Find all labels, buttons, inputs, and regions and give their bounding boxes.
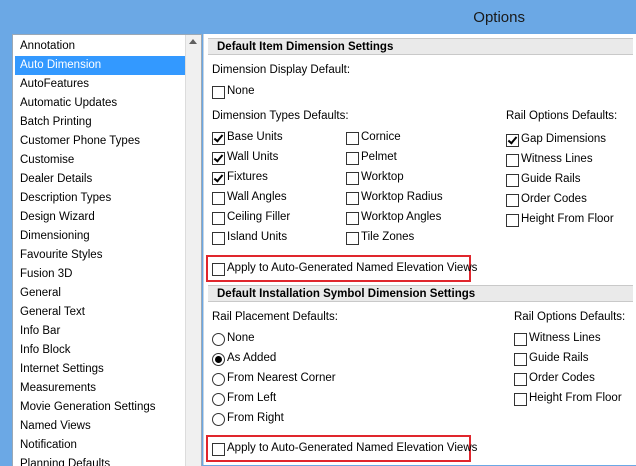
options-category-list[interactable]: Annotation Auto Dimension AutoFeatures Auto… xyxy=(12,34,202,466)
install-rail-witness-lines-checkbox[interactable] xyxy=(514,333,527,346)
item-apply-named-views-label: Apply to Auto-Generated Named Elevation … xyxy=(227,262,478,274)
type-worktop-label: Worktop xyxy=(361,171,404,183)
type-worktop-checkbox[interactable] xyxy=(346,172,359,185)
install-rail-options-label: Rail Options Defaults: xyxy=(514,311,626,323)
sidebar-item-design-wizard[interactable]: Design Wizard xyxy=(15,208,185,227)
sidebar-item-planning-defaults[interactable]: Planning Defaults xyxy=(15,455,185,466)
sidebar-item-customer-phone-types[interactable]: Customer Phone Types xyxy=(15,132,185,151)
type-wall-angles-label: Wall Angles xyxy=(227,191,287,203)
type-pelmet-label: Pelmet xyxy=(361,151,397,163)
sidebar-item-info-block[interactable]: Info Block xyxy=(15,341,185,360)
install-apply-named-views-label: Apply to Auto-Generated Named Elevation … xyxy=(227,442,478,454)
type-island-units-label: Island Units xyxy=(227,231,288,243)
sidebar-item-favourite-styles[interactable]: Favourite Styles xyxy=(15,246,185,265)
sidebar-item-automatic-updates[interactable]: Automatic Updates xyxy=(15,94,185,113)
dimension-display-default-label: Dimension Display Default: xyxy=(212,64,351,76)
item-apply-named-views-checkbox[interactable] xyxy=(212,263,225,276)
type-worktop-radius-label: Worktop Radius xyxy=(361,191,443,203)
item-rail-height-from-floor-label: Height From Floor xyxy=(521,213,614,225)
placement-from-right-label: From Right xyxy=(227,412,284,424)
type-pelmet-checkbox[interactable] xyxy=(346,152,359,165)
sidebar-item-dealer-details[interactable]: Dealer Details xyxy=(15,170,185,189)
type-wall-units-checkbox[interactable] xyxy=(212,152,225,165)
scroll-up-arrow-icon[interactable] xyxy=(189,39,197,44)
type-wall-angles-checkbox[interactable] xyxy=(212,192,225,205)
sidebar-item-general-text[interactable]: General Text xyxy=(15,303,185,322)
sidebar-item-annotation[interactable]: Annotation xyxy=(15,37,185,56)
category-list-items: Annotation Auto Dimension AutoFeatures Auto… xyxy=(15,37,185,466)
category-list-scrollbar[interactable] xyxy=(185,35,201,466)
sidebar-item-auto-dimension[interactable]: Auto Dimension xyxy=(15,56,185,75)
sidebar-item-dimensioning[interactable]: Dimensioning xyxy=(15,227,185,246)
item-rail-options-label: Rail Options Defaults: xyxy=(506,110,618,122)
install-rail-witness-lines-label: Witness Lines xyxy=(529,332,601,344)
placement-as-added-label: As Added xyxy=(227,352,277,364)
sidebar-item-description-types[interactable]: Description Types xyxy=(15,189,185,208)
display-none-label: None xyxy=(227,85,255,97)
sidebar-item-measurements[interactable]: Measurements xyxy=(15,379,185,398)
item-rail-witness-lines-checkbox[interactable] xyxy=(506,154,519,167)
type-worktop-angles-checkbox[interactable] xyxy=(346,212,359,225)
item-rail-guide-rails-label: Guide Rails xyxy=(521,173,581,185)
item-dimension-section-header: Default Item Dimension Settings xyxy=(208,38,633,55)
placement-from-right-radio[interactable] xyxy=(212,413,225,426)
type-cornice-checkbox[interactable] xyxy=(346,132,359,145)
item-rail-guide-rails-checkbox[interactable] xyxy=(506,174,519,187)
type-base-units-checkbox[interactable] xyxy=(212,132,225,145)
sidebar-item-fusion-3d[interactable]: Fusion 3D xyxy=(15,265,185,284)
sidebar-item-customise[interactable]: Customise xyxy=(15,151,185,170)
item-rail-gap-dimensions-label: Gap Dimensions xyxy=(521,133,607,145)
placement-as-added-radio[interactable] xyxy=(212,353,225,366)
install-rail-guide-rails-checkbox[interactable] xyxy=(514,353,527,366)
type-tile-zones-checkbox[interactable] xyxy=(346,232,359,245)
sidebar-item-movie-generation-settings[interactable]: Movie Generation Settings xyxy=(15,398,185,417)
settings-panel: Default Item Dimension Settings Dimensio… xyxy=(203,34,636,465)
install-rail-order-codes-checkbox[interactable] xyxy=(514,373,527,386)
sidebar-item-named-views[interactable]: Named Views xyxy=(15,417,185,436)
install-rail-height-from-floor-label: Height From Floor xyxy=(529,392,622,404)
installation-dimension-section-header: Default Installation Symbol Dimension Se… xyxy=(208,285,633,302)
item-rail-order-codes-label: Order Codes xyxy=(521,193,587,205)
placement-from-left-radio[interactable] xyxy=(212,393,225,406)
item-rail-witness-lines-label: Witness Lines xyxy=(521,153,593,165)
display-none-checkbox[interactable] xyxy=(212,86,225,99)
type-tile-zones-label: Tile Zones xyxy=(361,231,415,243)
placement-none-label: None xyxy=(227,332,255,344)
install-apply-named-views-checkbox[interactable] xyxy=(212,443,225,456)
type-island-units-checkbox[interactable] xyxy=(212,232,225,245)
type-ceiling-filler-checkbox[interactable] xyxy=(212,212,225,225)
title-bar: Options xyxy=(0,0,636,34)
item-rail-height-from-floor-checkbox[interactable] xyxy=(506,214,519,227)
sidebar-item-general[interactable]: General xyxy=(15,284,185,303)
sidebar-item-info-bar[interactable]: Info Bar xyxy=(15,322,185,341)
type-wall-units-label: Wall Units xyxy=(227,151,279,163)
rail-placement-label: Rail Placement Defaults: xyxy=(212,311,338,323)
sidebar-item-autofeatures[interactable]: AutoFeatures xyxy=(15,75,185,94)
window-title: Options xyxy=(473,9,525,26)
sidebar-item-batch-printing[interactable]: Batch Printing xyxy=(15,113,185,132)
install-rail-guide-rails-label: Guide Rails xyxy=(529,352,589,364)
sidebar-item-notification[interactable]: Notification xyxy=(15,436,185,455)
item-rail-order-codes-checkbox[interactable] xyxy=(506,194,519,207)
type-base-units-label: Base Units xyxy=(227,131,283,143)
type-cornice-label: Cornice xyxy=(361,131,401,143)
placement-from-nearest-corner-label: From Nearest Corner xyxy=(227,372,336,384)
dimension-types-label: Dimension Types Defaults: xyxy=(212,110,349,122)
sidebar-item-internet-settings[interactable]: Internet Settings xyxy=(15,360,185,379)
type-fixtures-checkbox[interactable] xyxy=(212,172,225,185)
placement-none-radio[interactable] xyxy=(212,333,225,346)
type-ceiling-filler-label: Ceiling Filler xyxy=(227,211,291,223)
type-worktop-radius-checkbox[interactable] xyxy=(346,192,359,205)
install-rail-height-from-floor-checkbox[interactable] xyxy=(514,393,527,406)
item-rail-gap-dimensions-checkbox[interactable] xyxy=(506,134,519,147)
placement-from-left-label: From Left xyxy=(227,392,277,404)
type-worktop-angles-label: Worktop Angles xyxy=(361,211,442,223)
install-rail-order-codes-label: Order Codes xyxy=(529,372,595,384)
type-fixtures-label: Fixtures xyxy=(227,171,268,183)
placement-from-nearest-corner-radio[interactable] xyxy=(212,373,225,386)
